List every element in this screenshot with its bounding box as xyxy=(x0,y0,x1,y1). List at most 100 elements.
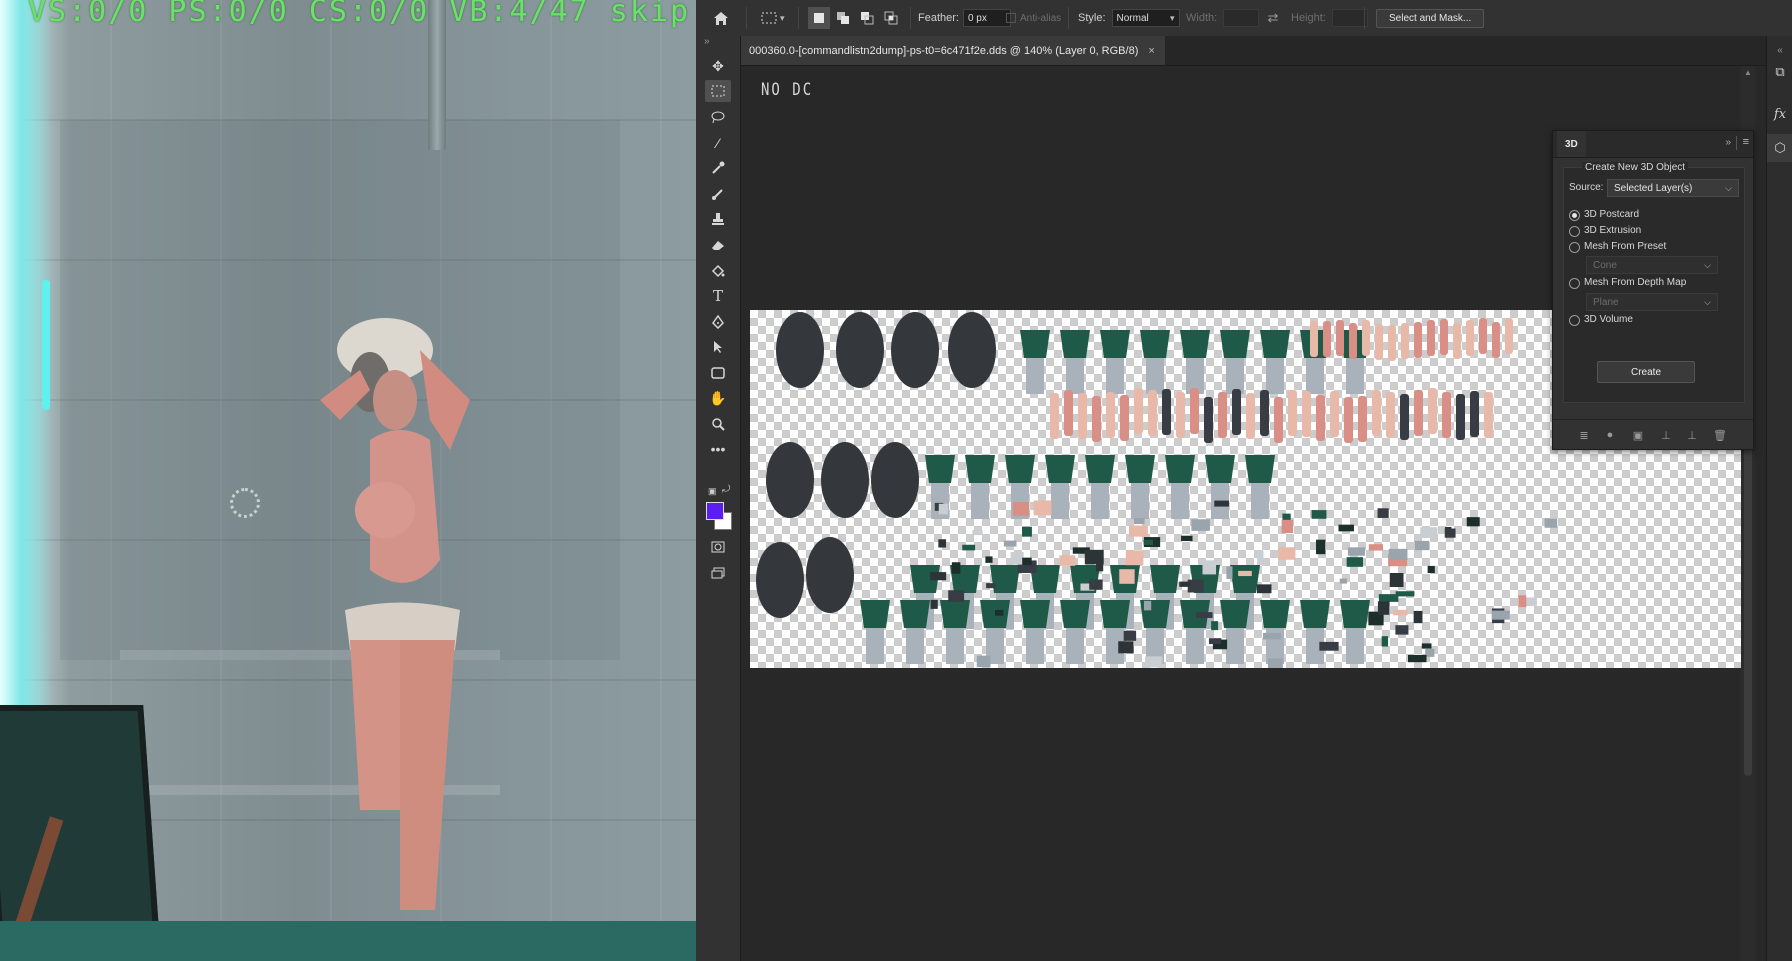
limb-sprite xyxy=(1362,320,1370,356)
camera-icon[interactable]: ▣ xyxy=(1629,426,1647,444)
option-3d-postcard-label[interactable]: 3D Postcard xyxy=(1584,209,1639,220)
detail-sprite xyxy=(1425,648,1435,657)
paint-bucket-icon[interactable] xyxy=(705,260,731,282)
panel-menu-icon[interactable]: ≡ xyxy=(1743,136,1749,148)
detail-sprite xyxy=(1089,579,1103,590)
screen-mode-icon[interactable] xyxy=(705,562,731,584)
path-selection-icon[interactable] xyxy=(705,336,731,358)
antialias-checkbox[interactable] xyxy=(1006,13,1016,23)
option-depth-map-label[interactable]: Mesh From Depth Map xyxy=(1584,277,1686,288)
ground-plane-icon[interactable]: ⊥ xyxy=(1657,426,1675,444)
detail-sprite xyxy=(1466,517,1480,527)
3d-cube-icon[interactable]: ⬡ xyxy=(1767,134,1792,162)
intersect-selection-icon[interactable] xyxy=(880,7,902,29)
depth-map-select: Plane ⌵ xyxy=(1586,293,1718,311)
add-light-icon[interactable]: ⊥ xyxy=(1683,426,1701,444)
width-label: Width: xyxy=(1186,12,1218,24)
limb-sprite xyxy=(1349,323,1357,359)
detail-sprite xyxy=(1179,581,1190,587)
trash-icon[interactable]: 🗑 xyxy=(1711,426,1729,444)
preset-select: Cone ⌵ xyxy=(1586,256,1718,274)
option-3d-postcard-radio[interactable] xyxy=(1569,210,1580,221)
create-button[interactable]: Create xyxy=(1597,361,1695,383)
collapse-tools-icon[interactable]: » xyxy=(704,36,710,47)
eraser-icon[interactable] xyxy=(705,234,731,256)
option-mesh-from-preset-radio[interactable] xyxy=(1569,242,1580,253)
pen-icon[interactable] xyxy=(705,311,731,333)
new-selection-icon[interactable] xyxy=(808,7,830,29)
detail-sprite xyxy=(1267,658,1283,668)
lasso-icon[interactable] xyxy=(705,106,731,128)
option-3d-volume-radio[interactable] xyxy=(1569,315,1580,326)
brush-icon[interactable] xyxy=(705,183,731,205)
swap-width-height-icon[interactable]: ⇄ xyxy=(1262,7,1284,29)
rectangular-marquee-icon[interactable] xyxy=(705,80,731,102)
option-3d-extrusion-radio[interactable] xyxy=(1569,226,1580,237)
add-to-selection-icon[interactable] xyxy=(832,7,854,29)
quick-mask-icon[interactable] xyxy=(705,536,731,558)
hair-sprite xyxy=(891,312,939,388)
clone-stamp-icon[interactable] xyxy=(705,208,731,230)
feather-input[interactable]: 0 px xyxy=(962,9,1011,27)
marquee-preset-icon[interactable] xyxy=(758,7,780,29)
sock-sprite xyxy=(1146,358,1164,394)
detail-sprite xyxy=(1119,569,1135,584)
eyedropper-icon[interactable] xyxy=(705,157,731,179)
type-tool-icon[interactable]: T xyxy=(705,285,731,307)
light-icon[interactable]: ● xyxy=(1601,426,1619,444)
limb-sprite xyxy=(1492,322,1500,358)
sock-sprite xyxy=(1131,483,1149,519)
option-3d-volume-label[interactable]: 3D Volume xyxy=(1584,314,1633,325)
limb-sprite xyxy=(1148,390,1157,436)
rectangle-shape-icon[interactable] xyxy=(705,362,731,384)
history-icon[interactable]: ⧉ xyxy=(1767,58,1792,86)
divider xyxy=(1068,7,1069,29)
detail-sprite xyxy=(1211,621,1219,631)
scroll-up-icon[interactable]: ▲ xyxy=(1744,68,1752,77)
source-select[interactable]: Selected Layer(s) ⌵ xyxy=(1607,179,1739,197)
limb-sprite xyxy=(1330,391,1339,437)
swap-colors-icon[interactable]: ⤾ xyxy=(722,484,730,495)
detail-sprite xyxy=(1377,601,1390,615)
style-select[interactable]: Normal ▾ xyxy=(1111,9,1180,27)
select-and-mask-button[interactable]: Select and Mask... xyxy=(1376,8,1485,28)
sock-sprite xyxy=(971,483,989,519)
zoom-icon[interactable] xyxy=(705,413,731,435)
limb-sprite xyxy=(1302,391,1311,437)
limb-sprite xyxy=(1232,389,1241,435)
move-tool-icon[interactable]: ✥ xyxy=(705,55,731,77)
home-icon[interactable] xyxy=(710,7,732,29)
collapse-panel-icon[interactable]: » xyxy=(1725,137,1731,148)
debug-hud-text: VS:0/0 PS:0/0 CS:0/0 VB:4/47 skip xyxy=(28,0,691,29)
limb-sprite xyxy=(1190,388,1199,434)
option-3d-extrusion-label[interactable]: 3D Extrusion xyxy=(1584,225,1641,236)
divider xyxy=(1736,136,1737,150)
limb-sprite xyxy=(1388,325,1396,361)
option-depth-map-radio[interactable] xyxy=(1569,278,1580,289)
more-tools-icon[interactable]: ••• xyxy=(705,438,731,460)
detail-sprite xyxy=(1181,535,1193,542)
detail-sprite xyxy=(1381,636,1389,647)
document-tab[interactable]: 000360.0-[commandlistn2dump]-ps-t0=6c471… xyxy=(741,36,1165,65)
width-input[interactable] xyxy=(1223,9,1260,27)
database-icon[interactable]: ≣ xyxy=(1575,426,1593,444)
option-mesh-from-preset-label[interactable]: Mesh From Preset xyxy=(1584,241,1666,252)
height-input[interactable] xyxy=(1331,9,1368,27)
detail-sprite xyxy=(1208,638,1222,645)
feather-label: Feather: xyxy=(918,12,959,24)
close-icon[interactable]: × xyxy=(1148,45,1154,57)
3d-panel-header: 3D » ≡ xyxy=(1553,131,1753,158)
default-colors-icon[interactable]: ▣ xyxy=(708,486,717,497)
detail-sprite xyxy=(951,562,961,574)
limb-sprite xyxy=(1375,324,1383,360)
limb-sprite xyxy=(1453,323,1461,359)
subtract-from-selection-icon[interactable] xyxy=(856,7,878,29)
magic-wand-icon[interactable]: ⁄ xyxy=(705,132,731,154)
chevron-down-icon[interactable]: ▾ xyxy=(780,13,785,24)
detail-sprite xyxy=(1226,566,1233,579)
foreground-color-swatch[interactable] xyxy=(706,502,724,520)
hand-icon[interactable]: ✋ xyxy=(705,387,731,409)
3d-panel-tab[interactable]: 3D xyxy=(1557,131,1586,157)
limb-sprite xyxy=(1316,395,1325,441)
fx-styles-icon[interactable]: fx xyxy=(1767,100,1792,128)
